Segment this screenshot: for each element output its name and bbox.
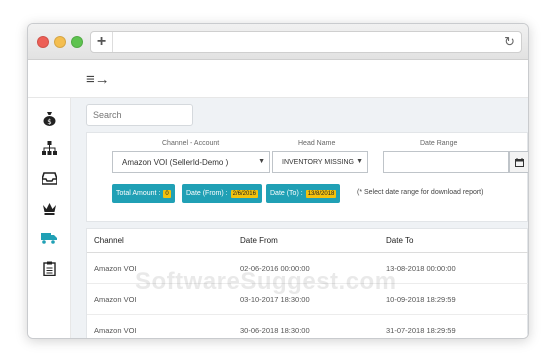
date-range-input[interactable] [383, 151, 509, 173]
top-navbar: ≡→ [28, 60, 528, 98]
head-name-value: INVENTORY MISSING [282, 158, 354, 166]
column-header-date-to: Date To [386, 236, 414, 245]
menu-toggle-icon[interactable]: ≡→ [86, 71, 110, 88]
search-input[interactable] [86, 104, 193, 126]
table-header: Channel Date From Date To [87, 229, 528, 253]
channel-account-label: Channel - Account [162, 140, 220, 147]
reload-icon[interactable]: ↻ [504, 34, 515, 50]
date-from-value: 2/6/2016 [230, 189, 258, 198]
address-bar[interactable]: + ↻ [90, 31, 522, 53]
clipboard-icon[interactable] [41, 260, 57, 276]
channel-account-value: Amazon VOI (SellerId-Demo ) [122, 157, 229, 167]
watermark: SoftwareSuggest.com [135, 268, 397, 295]
date-from-label: Date (From) : [186, 190, 228, 197]
table-row[interactable]: Amazon VOI 30-06-2018 18:30:00 31-07-201… [87, 315, 528, 338]
cell-date-to: 31-07-2018 18:29:59 [386, 326, 456, 335]
date-to-label: Date (To) : [270, 190, 303, 197]
sidebar: $ [28, 98, 71, 338]
new-tab-button[interactable]: + [91, 32, 113, 52]
filter-panel: Channel - Account Amazon VOI (SellerId-D… [86, 132, 528, 222]
maximize-window-button[interactable] [71, 35, 83, 48]
chevron-down-icon: ▼ [258, 158, 265, 165]
download-note: (* Select date range for download report… [357, 189, 484, 196]
cell-date-from: 03-10-2017 18:30:00 [240, 295, 310, 304]
date-range-label: Date Range [420, 140, 458, 147]
channel-account-select[interactable]: Amazon VOI (SellerId-Demo ) ▼ [112, 151, 270, 173]
minimize-window-button[interactable] [54, 35, 66, 48]
browser-titlebar: + ↻ [28, 24, 528, 60]
cell-date-to: 10-09-2018 18:29:59 [386, 295, 456, 304]
svg-text:$: $ [47, 118, 51, 126]
date-to-badge: Date (To) : 13/8/2018 [266, 184, 341, 203]
calendar-button[interactable] [509, 151, 528, 173]
column-header-date-from: Date From [240, 236, 278, 245]
head-name-label: Head Name [298, 140, 336, 147]
date-to-value: 13/8/2018 [305, 189, 337, 198]
calendar-icon [514, 157, 524, 167]
cell-channel: Amazon VOI [94, 326, 137, 335]
close-window-button[interactable] [37, 35, 49, 48]
truck-icon[interactable] [41, 230, 57, 246]
head-name-select[interactable]: INVENTORY MISSING ▼ [272, 151, 368, 173]
cell-channel: Amazon VOI [94, 264, 137, 273]
cell-channel: Amazon VOI [94, 295, 137, 304]
date-from-badge: Date (From) : 2/6/2016 [182, 184, 262, 203]
total-amount-badge: Total Amount : 0 [112, 184, 175, 203]
chevron-down-icon: ▼ [356, 158, 363, 165]
money-bag-icon[interactable]: $ [41, 110, 57, 126]
total-amount-value: 0 [163, 189, 171, 198]
main-content: Channel - Account Amazon VOI (SellerId-D… [71, 98, 528, 338]
app: ≡→ $ Channel - Acc [28, 60, 528, 338]
cell-date-from: 30-06-2018 18:30:00 [240, 326, 310, 335]
total-amount-label: Total Amount : [116, 190, 161, 197]
hierarchy-icon[interactable] [41, 140, 57, 156]
crown-icon[interactable] [41, 200, 57, 216]
column-header-channel: Channel [94, 236, 124, 245]
inbox-icon[interactable] [41, 170, 57, 186]
